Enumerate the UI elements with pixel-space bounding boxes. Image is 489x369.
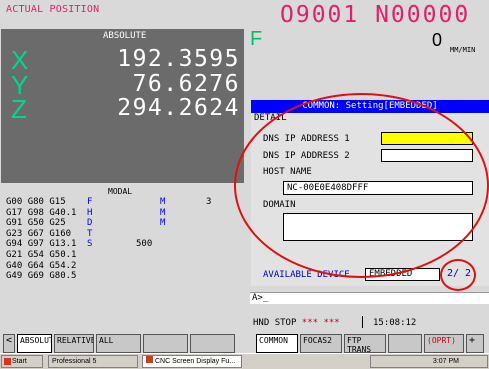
modal-row: G21 G54 G50.1 bbox=[6, 249, 77, 260]
status-line: HND STOP *** *** bbox=[253, 318, 340, 328]
system-tray: 3:07 PM bbox=[370, 355, 488, 368]
feed-label: F bbox=[250, 28, 263, 50]
clock: 15:08:12 bbox=[373, 318, 417, 328]
annotation-ellipse bbox=[234, 93, 489, 278]
mode-indicator: HND bbox=[253, 318, 270, 328]
softkey-empty-3[interactable] bbox=[388, 334, 422, 353]
softkey-all[interactable]: ALL bbox=[96, 334, 141, 353]
modal-row: G94 G97 G13.1 S 500 bbox=[6, 239, 153, 250]
start-label: Start bbox=[12, 358, 27, 365]
modal-row: G23 G67 G160 T bbox=[6, 228, 93, 239]
tray-clock: 3:07 PM bbox=[432, 358, 459, 365]
softkey-common[interactable]: COMMON bbox=[256, 334, 298, 353]
softkey-next[interactable]: + bbox=[466, 334, 484, 353]
cnc-screen: ACTUAL POSITION O9001 N00000 ABSOLUTE X … bbox=[0, 0, 489, 353]
axis-z-label: Z bbox=[11, 94, 27, 124]
softkey-prev[interactable]: < bbox=[3, 334, 15, 353]
softkey-empty-1[interactable] bbox=[143, 334, 188, 353]
modal-title: MODAL bbox=[108, 187, 133, 196]
modal-row: G00 G80 G15 F M 3 bbox=[6, 197, 212, 207]
alarm-indicator: *** *** bbox=[301, 318, 340, 328]
modal-row: G40 G64 G54.2 bbox=[6, 260, 77, 271]
position-title: ABSOLUTE bbox=[103, 31, 147, 41]
cnc-app-icon bbox=[146, 356, 153, 363]
modal-grid: G00 G80 G15 F M 3 G17 G98 G40.1 H M G91 G50 G… bbox=[6, 197, 212, 282]
program-number: O9001 N00000 bbox=[280, 2, 471, 28]
softkey-absolute[interactable]: ABSOLUTE bbox=[17, 334, 52, 353]
command-input[interactable]: A>_ bbox=[250, 292, 489, 304]
annotation-circle bbox=[440, 259, 476, 291]
softkey-focas2[interactable]: FOCAS2 bbox=[300, 334, 342, 353]
screen-title: ACTUAL POSITION bbox=[6, 4, 100, 15]
state-indicator: STOP bbox=[274, 318, 297, 328]
softkey-relative[interactable]: RELATIVE bbox=[54, 334, 94, 353]
start-button[interactable]: Start bbox=[1, 355, 43, 368]
taskbar-item-cnc-screen[interactable]: CNC Screen Display Fu... bbox=[142, 355, 242, 368]
feed-unit: MM/MIN bbox=[450, 46, 476, 54]
axis-y-value: 76.6276 bbox=[132, 71, 240, 97]
modal-row: G49 G69 G80.5 bbox=[6, 271, 77, 282]
feed-value: 0 bbox=[432, 30, 443, 50]
softkey-ftp-trans[interactable]: FTP TRANS bbox=[344, 334, 386, 353]
windows-logo-icon bbox=[4, 358, 11, 365]
axis-z-value: 294.2624 bbox=[117, 95, 240, 121]
taskbar-item-cnc-label: CNC Screen Display Fu... bbox=[155, 358, 236, 365]
modal-row: G17 G98 G40.1 H M bbox=[6, 207, 166, 218]
axis-x-value: 192.3595 bbox=[117, 46, 240, 72]
softkey-oprt[interactable]: (OPRT) bbox=[424, 334, 464, 353]
modal-row: G91 G50 G25 D M bbox=[6, 218, 166, 229]
status-divider bbox=[362, 316, 363, 328]
taskbar-item-professional[interactable]: Professional 5 bbox=[48, 355, 138, 368]
softkey-empty-2[interactable] bbox=[190, 334, 235, 353]
